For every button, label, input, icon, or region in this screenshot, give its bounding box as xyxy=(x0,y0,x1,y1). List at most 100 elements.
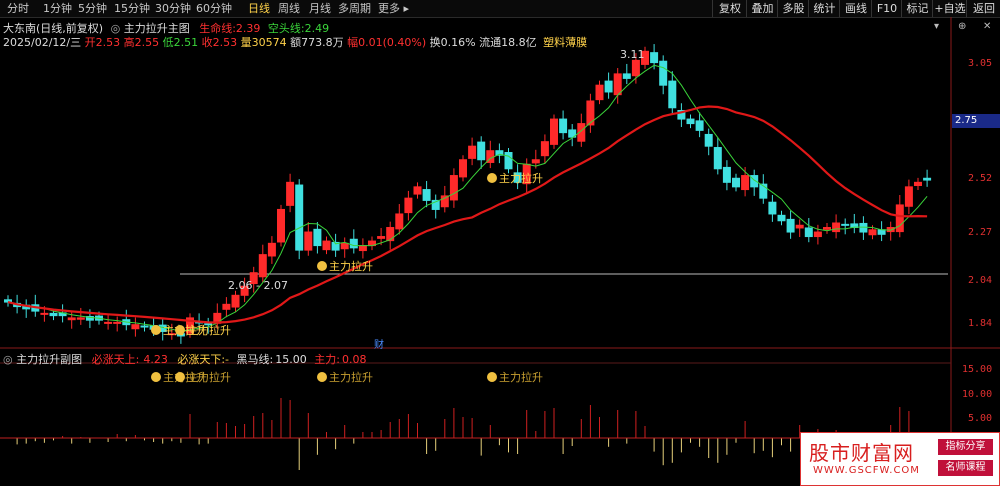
candle xyxy=(823,227,831,230)
candle xyxy=(477,141,486,161)
sub-tick-1: 15.00 xyxy=(962,364,993,375)
candle xyxy=(531,159,540,164)
candle xyxy=(404,197,413,214)
sub-tick-2: 10.00 xyxy=(962,389,993,400)
price-tick-4: 2.27 xyxy=(968,227,993,238)
candle xyxy=(904,186,913,207)
candle xyxy=(322,240,331,251)
candle xyxy=(859,222,868,233)
watermark-badge-1: 指标分享 xyxy=(938,439,993,455)
candle xyxy=(650,52,659,64)
life-line xyxy=(7,105,928,324)
candle xyxy=(668,80,677,109)
range-label: 2.06 - 2.07 xyxy=(228,279,288,292)
finance-marker[interactable]: 财 xyxy=(374,336,384,351)
main-force-label: 主力: xyxy=(314,353,340,366)
candle xyxy=(395,213,404,230)
black-horse-label: 黑马线: xyxy=(236,353,274,366)
candle xyxy=(795,224,804,229)
money-bag-icon xyxy=(151,325,161,335)
price-tick-6: 1.84 xyxy=(968,318,993,329)
candle xyxy=(349,238,358,249)
candle xyxy=(804,227,813,238)
money-bag-icon xyxy=(175,325,185,335)
candle xyxy=(304,231,313,251)
candle xyxy=(231,294,240,308)
candle xyxy=(631,59,640,77)
candle xyxy=(413,186,422,195)
candle xyxy=(377,236,386,239)
candle xyxy=(604,80,613,93)
money-bag-icon xyxy=(317,261,327,271)
candle xyxy=(286,181,295,206)
main-force-value: 0.08 xyxy=(341,353,367,366)
money-bag-icon xyxy=(487,372,497,382)
must-rise-label: 必涨天上: xyxy=(91,353,140,366)
candle xyxy=(222,303,231,310)
candle xyxy=(659,60,668,86)
watermark-url: WWW.GSCFW.COM xyxy=(813,465,920,476)
candle xyxy=(713,147,722,170)
candle xyxy=(886,227,895,233)
candle xyxy=(258,254,267,278)
candle xyxy=(559,118,568,134)
candle xyxy=(841,223,850,226)
candle xyxy=(340,242,349,250)
candle xyxy=(786,218,795,233)
candle xyxy=(449,175,458,201)
candle xyxy=(595,84,604,101)
candle xyxy=(914,181,922,186)
watermark-logo: 股市财富网 WWW.GSCFW.COM 指标分享 名师课程 xyxy=(800,432,1000,486)
candle xyxy=(67,317,76,321)
candle xyxy=(358,245,367,252)
signal-label: 主力拉升 xyxy=(329,259,373,273)
candle xyxy=(895,204,904,233)
candle xyxy=(40,312,49,315)
price-tick-5: 2.04 xyxy=(968,275,993,286)
candle xyxy=(732,177,740,188)
candle xyxy=(459,159,467,178)
candle xyxy=(267,242,276,257)
candle xyxy=(704,133,713,147)
signal-label: 主力拉升 xyxy=(499,171,543,185)
signal-label: 主力拉升 xyxy=(187,370,231,384)
short-ma-line xyxy=(7,64,928,332)
money-bag-icon xyxy=(487,173,497,183)
candle xyxy=(877,229,886,235)
candle xyxy=(613,73,622,96)
candle xyxy=(695,120,704,131)
black-horse-value: 15.00 xyxy=(275,353,307,366)
peak-label: 3.11 xyxy=(620,48,645,61)
candle xyxy=(777,214,786,222)
candle xyxy=(550,118,558,145)
money-bag-icon xyxy=(151,372,161,382)
signal-label: 主力拉升 xyxy=(329,370,373,384)
candle xyxy=(923,177,932,181)
candle xyxy=(741,175,750,191)
candle xyxy=(504,152,513,170)
price-tick-1: 3.05 xyxy=(968,58,993,69)
candle xyxy=(140,325,149,328)
sub-header: ◎ 主力拉升副图 必涨天上: 4.23 必涨天下:- 黑马线: 15.00 主力: 0… xyxy=(3,351,366,367)
sub-settings-icon[interactable]: ◎ xyxy=(3,353,13,366)
candle xyxy=(422,189,431,201)
candle xyxy=(868,229,877,236)
candle xyxy=(104,321,113,324)
candle xyxy=(49,312,58,317)
must-rise-below-value: - xyxy=(225,353,230,366)
signal-label: 主力拉升 xyxy=(187,323,231,337)
candle xyxy=(131,324,140,330)
kline-chart[interactable]: 主力拉升主力拉升主力拉升主力拉升主力拉升主力拉升 主力拉升 主力拉升 xyxy=(0,0,1000,486)
candle xyxy=(277,208,285,243)
current-price-box: 2.75 xyxy=(952,114,1000,128)
candle xyxy=(832,222,841,233)
candle xyxy=(686,118,695,125)
candle xyxy=(440,195,449,208)
sub-indicator-name[interactable]: 主力拉升副图 xyxy=(16,353,82,366)
money-bag-icon xyxy=(175,372,185,382)
candle xyxy=(386,227,395,242)
watermark-title: 股市财富网 xyxy=(809,441,914,465)
signal-label: 主力拉升 xyxy=(499,370,543,384)
candle xyxy=(622,73,631,79)
candle xyxy=(813,231,822,238)
